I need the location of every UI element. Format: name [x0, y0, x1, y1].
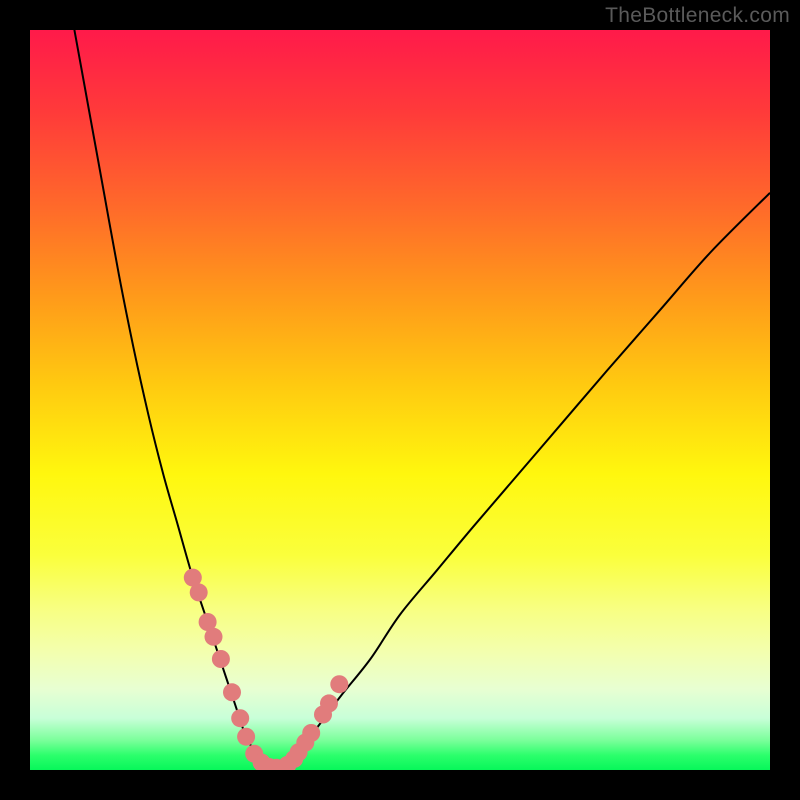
curve-dot	[290, 743, 308, 761]
curve-dot	[285, 750, 303, 768]
curve-dots-layer	[30, 30, 770, 770]
curve-dot	[296, 734, 314, 752]
curve-dot	[190, 583, 208, 601]
curve-dot	[223, 683, 241, 701]
curve-dot	[253, 754, 271, 770]
bottleneck-curve	[30, 30, 770, 770]
curve-dot	[260, 758, 278, 770]
curve-dot	[212, 650, 230, 668]
curve-dot	[279, 756, 297, 770]
curve-dot	[302, 724, 320, 742]
curve-dot	[314, 706, 332, 724]
curve-dot	[330, 675, 348, 693]
watermark-text: TheBottleneck.com	[605, 4, 790, 28]
curve-dot	[231, 709, 249, 727]
curve-dot	[267, 759, 285, 770]
curve-dot	[237, 728, 255, 746]
curve-dot	[205, 628, 223, 646]
curve-dot	[184, 569, 202, 587]
curve-dot	[199, 613, 217, 631]
chart-frame: TheBottleneck.com	[0, 0, 800, 800]
plot-area	[30, 30, 770, 770]
curve-dot	[245, 745, 263, 763]
curve-dot	[320, 694, 338, 712]
